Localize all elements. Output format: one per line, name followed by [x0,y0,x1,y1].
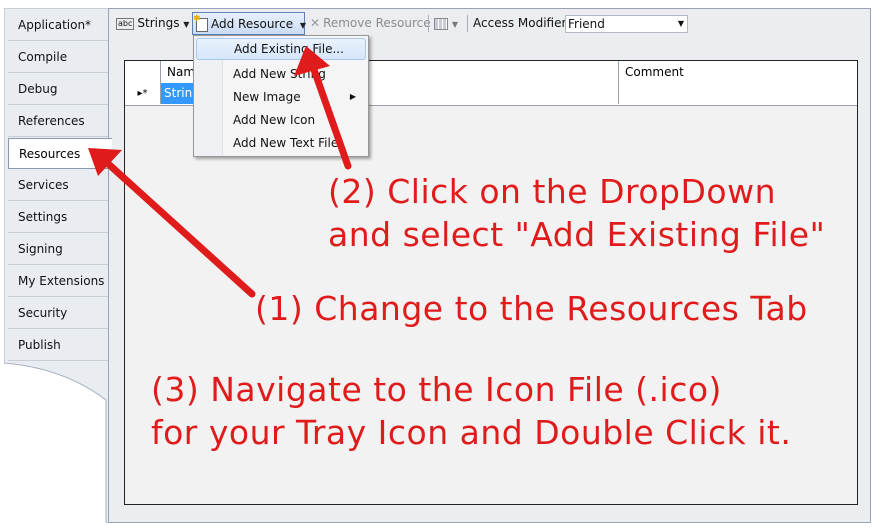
views-dropdown-button[interactable]: ▼ [434,12,458,35]
new-row-marker: ▸* [125,83,161,104]
tab-publish[interactable]: Publish [8,330,108,361]
access-modifier-combo[interactable]: Friend ▼ [565,15,688,33]
add-resource-icon: ✱ [193,14,208,32]
menu-item-label: Add New String [233,67,326,81]
menu-item-label: Add New Icon [233,113,316,127]
tab-label: Settings [18,210,68,224]
chevron-down-icon: ▼ [677,19,684,28]
chevron-down-icon: ▼ [183,20,190,29]
resources-toolbar: abc Strings ▼ ✱ Add Resource ▼ ✕ Remove Res… [112,12,872,35]
annotation-step2-line2: and select "Add Existing File" [328,215,826,254]
selected-cell-text: String [161,83,200,104]
strings-icon: abc [116,17,135,30]
menu-item-add-new-string[interactable]: Add New String [196,63,366,85]
tab-my-extensions[interactable]: My Extensions [8,266,108,297]
remove-icon: ✕ [310,16,321,30]
menu-item-label: Add Existing File... [234,42,344,56]
tab-services[interactable]: Services [8,170,108,201]
comment-cell[interactable] [619,83,857,104]
column-header-comment[interactable]: Comment [619,61,857,83]
menu-item-new-image[interactable]: New Image ▶ [196,86,366,108]
tab-label: Signing [18,242,63,256]
tab-label: Security [18,306,68,320]
tab-label: Debug [18,82,58,96]
tab-application[interactable]: Application* [8,10,108,41]
menu-item-label: Add New Text File [233,136,339,150]
tab-label: Services [18,178,69,192]
grid-view-icon [434,17,448,30]
toolbar-separator [428,15,429,32]
add-resource-label: Add Resource [211,17,294,31]
tab-compile[interactable]: Compile [8,42,108,73]
annotation-step2-line1: (2) Click on the DropDown [328,172,776,211]
menu-item-label: New Image [233,90,301,104]
add-resource-button[interactable]: ✱ Add Resource ▼ [192,12,307,35]
annotation-step1: (1) Change to the Resources Tab [255,289,808,328]
chevron-down-icon: ▼ [451,20,458,29]
access-modifier-label: Access Modifier: [473,16,571,30]
strings-dropdown-button[interactable]: abc Strings ▼ [116,12,189,35]
tab-label: Compile [18,50,68,64]
menu-item-add-existing-file[interactable]: Add Existing File... [196,38,366,60]
tab-label: Publish [18,338,61,352]
tab-label: References [18,114,85,128]
row-header-column [125,61,161,83]
menu-item-add-new-text-file[interactable]: Add New Text File [196,132,366,154]
toolbar-separator [467,15,468,32]
remove-resource-button[interactable]: ✕ Remove Resource [310,12,431,35]
remove-resource-label: Remove Resource [323,16,431,30]
tab-security[interactable]: Security [8,298,108,329]
tab-references[interactable]: References [8,106,108,137]
project-properties-window: Application* Compile Debug References Re… [0,0,881,529]
tab-resources[interactable]: Resources [8,138,112,169]
annotation-step3-line2: for your Tray Icon and Double Click it. [151,413,792,452]
tab-label: My Extensions [18,274,105,288]
tab-settings[interactable]: Settings [8,202,108,233]
tab-signing[interactable]: Signing [8,234,108,265]
strings-label: Strings [137,16,180,30]
tab-debug[interactable]: Debug [8,74,108,105]
chevron-down-icon: ▼ [299,21,307,30]
properties-tab-strip: Application* Compile Debug References Re… [4,8,112,523]
menu-item-add-new-icon[interactable]: Add New Icon [196,109,366,131]
annotation-step3-line1: (3) Navigate to the Icon File (.ico) [151,370,722,409]
add-resource-menu: Add Existing File... Add New String New … [193,35,369,157]
submenu-arrow-icon: ▶ [349,92,356,101]
tab-label: Resources [19,147,81,161]
tab-label: Application* [18,18,92,32]
access-modifier-value: Friend [568,17,605,31]
